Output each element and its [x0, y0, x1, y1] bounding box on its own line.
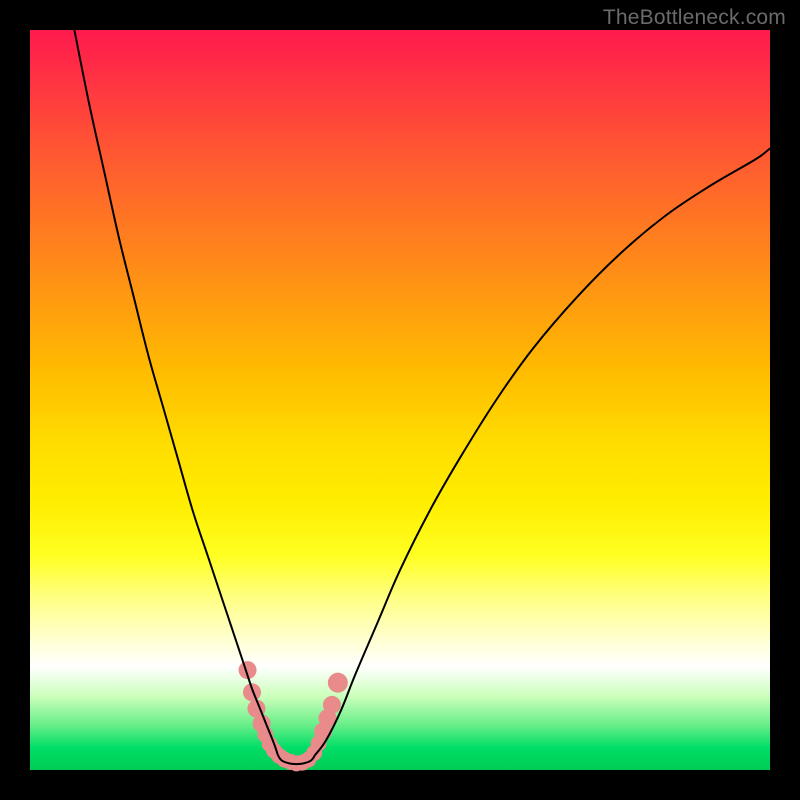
plot-area	[30, 30, 770, 770]
marker-group	[239, 661, 348, 771]
left-curve	[74, 30, 278, 755]
right-curve	[315, 148, 770, 755]
highlight-dot	[328, 673, 348, 693]
highlight-dot	[323, 696, 341, 714]
chart-frame: TheBottleneck.com	[0, 0, 800, 800]
watermark-text: TheBottleneck.com	[603, 6, 786, 30]
curves-svg	[30, 30, 770, 770]
